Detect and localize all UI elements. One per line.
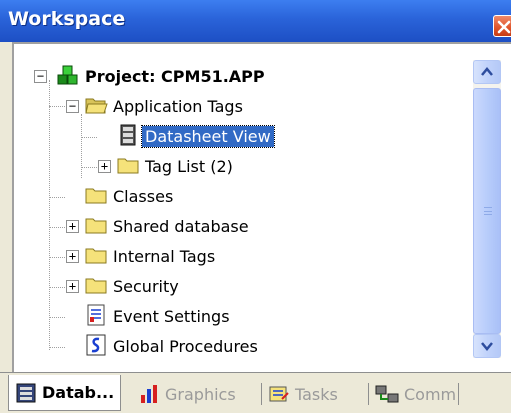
folder-icon <box>85 248 107 264</box>
tree-item-label: Event Settings <box>113 306 230 326</box>
tree-line <box>49 80 50 350</box>
scroll-down-button[interactable] <box>473 334 501 358</box>
panel-border <box>0 42 12 372</box>
tree-item-event-settings[interactable]: Event Settings <box>110 301 233 331</box>
tab-database[interactable]: Datab... <box>8 375 122 411</box>
folder-icon <box>85 188 107 204</box>
tab-tasks[interactable]: Tasks <box>268 379 338 409</box>
tab-label: Graphics <box>165 384 236 404</box>
tree-item-security[interactable]: Security <box>110 271 182 301</box>
tree-line <box>81 167 97 168</box>
global-procedures-icon <box>86 334 106 356</box>
tree-item-classes[interactable]: Classes <box>110 181 176 211</box>
tab-label: Tasks <box>295 384 338 404</box>
tree-item-tag-list[interactable]: Tag List (2) <box>142 151 236 181</box>
tree-line <box>49 287 65 288</box>
tree-line <box>49 257 65 258</box>
close-button[interactable] <box>493 15 511 37</box>
grip-icon <box>484 207 492 215</box>
folder-icon <box>85 218 107 234</box>
collapse-toggle[interactable]: − <box>66 100 79 113</box>
tree-item-label: Application Tags <box>113 96 243 116</box>
tree-item-label: Tag List (2) <box>145 156 233 176</box>
expand-toggle[interactable]: + <box>66 250 79 263</box>
tab-label: Datab... <box>42 383 115 402</box>
tree-item-label: Global Procedures <box>113 336 258 356</box>
project-icon <box>57 65 78 85</box>
vertical-scrollbar[interactable] <box>473 60 501 358</box>
tree-item-label: Datasheet View <box>141 124 275 148</box>
graphics-icon <box>141 385 157 403</box>
tree-item-label: Security <box>113 276 179 296</box>
tree-line <box>81 114 82 178</box>
tree-item-datasheet-view[interactable]: Datasheet View <box>141 121 275 151</box>
workspace-tabs: Datab... Graphics Tasks Comm <box>0 372 511 413</box>
window-title: Workspace <box>8 8 126 30</box>
workspace-tree[interactable]: − Project: CPM51.APP − Application Tags … <box>12 42 511 373</box>
tree-item-global-procedures[interactable]: Global Procedures <box>110 331 261 361</box>
folder-icon <box>85 278 107 294</box>
expand-toggle[interactable]: + <box>66 280 79 293</box>
tree-item-application-tags[interactable]: Application Tags <box>110 91 246 121</box>
tree-line <box>49 317 65 318</box>
tree-item-internal-tags[interactable]: Internal Tags <box>110 241 218 271</box>
title-bar: Workspace <box>0 0 511 42</box>
tab-separator <box>458 383 459 405</box>
expand-toggle[interactable]: + <box>66 220 79 233</box>
tree-item-label: Internal Tags <box>113 246 216 266</box>
tree-item-label: Project: CPM51.APP <box>85 66 265 86</box>
tree-line <box>49 227 65 228</box>
folder-icon <box>117 158 139 174</box>
chevron-up-icon <box>481 67 493 76</box>
expand-toggle[interactable]: + <box>98 160 111 173</box>
tree-line <box>49 106 65 107</box>
tree-line <box>49 347 65 348</box>
tab-graphics[interactable]: Graphics <box>138 379 236 409</box>
folder-open-icon <box>85 98 108 114</box>
close-icon <box>497 20 511 34</box>
tab-comm[interactable]: Comm <box>375 379 456 409</box>
comm-icon <box>375 385 399 403</box>
tree-item-label: Classes <box>113 186 174 206</box>
tab-label: Comm <box>404 384 457 404</box>
tree-line <box>81 137 97 138</box>
tree-item-label: Shared database <box>113 216 249 236</box>
tab-separator <box>261 383 262 405</box>
tab-separator <box>368 383 369 405</box>
tasks-icon <box>269 386 289 402</box>
scroll-up-button[interactable] <box>473 60 501 84</box>
collapse-toggle[interactable]: − <box>34 70 47 83</box>
database-icon <box>16 383 36 402</box>
tree-item-shared-database[interactable]: Shared database <box>110 211 252 241</box>
scroll-thumb[interactable] <box>473 88 501 334</box>
tree-item-project[interactable]: Project: CPM51.APP <box>82 61 268 91</box>
tree-line <box>49 197 65 198</box>
event-settings-icon <box>87 304 105 326</box>
datasheet-icon <box>120 124 136 146</box>
chevron-down-icon <box>481 342 493 351</box>
